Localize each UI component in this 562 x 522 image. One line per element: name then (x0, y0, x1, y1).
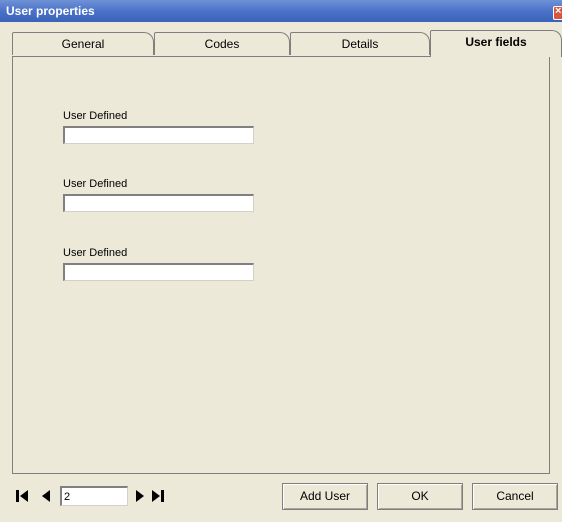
tab-details[interactable]: Details (290, 32, 430, 55)
user-defined-field-2[interactable] (63, 194, 254, 212)
user-defined-field-3[interactable] (63, 263, 254, 281)
cancel-button[interactable]: Cancel (472, 483, 558, 510)
first-record-button[interactable] (14, 487, 30, 505)
field-label-1: User Defined (63, 110, 128, 122)
ok-button[interactable]: OK (377, 483, 463, 510)
field-label-2: User Defined (63, 178, 128, 190)
prev-record-button[interactable] (38, 487, 54, 505)
first-record-icon (16, 490, 28, 502)
tab-strip: General Codes Details User fields (12, 30, 562, 57)
last-record-icon (152, 490, 164, 502)
add-user-button[interactable]: Add User (282, 483, 368, 510)
prev-record-icon (42, 490, 50, 502)
last-record-button[interactable] (150, 487, 166, 505)
next-record-icon (136, 490, 144, 502)
title-bar: User properties × (0, 0, 562, 22)
window-title: User properties (6, 4, 95, 18)
field-label-3: User Defined (63, 247, 128, 259)
user-fields-panel: User Defined User Defined User Defined (12, 56, 550, 474)
tab-codes[interactable]: Codes (154, 32, 290, 55)
tab-user-fields[interactable]: User fields (430, 30, 562, 57)
close-button[interactable]: × (553, 6, 562, 20)
record-number-input[interactable] (60, 486, 128, 506)
close-icon: × (555, 6, 562, 17)
tab-general[interactable]: General (12, 32, 154, 55)
next-record-button[interactable] (132, 487, 148, 505)
user-defined-field-1[interactable] (63, 126, 254, 144)
